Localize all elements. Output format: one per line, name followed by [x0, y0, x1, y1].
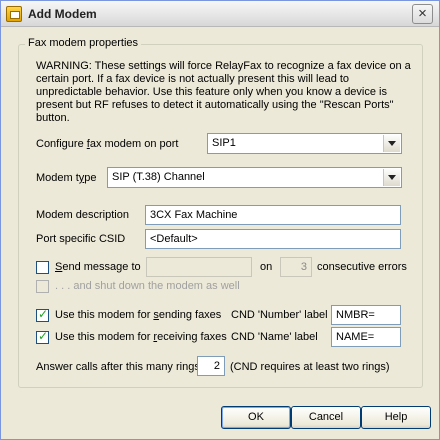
fax-modem-icon — [6, 6, 22, 22]
rings-label: Answer calls after this many rings — [36, 361, 200, 373]
port-select[interactable]: SIP1 — [207, 133, 402, 154]
modem-type-label: Modem type — [36, 172, 97, 184]
check-icon: ✓ — [38, 329, 49, 343]
check-icon: ✓ — [38, 307, 49, 321]
cnd-name-label: CND 'Name' label — [231, 331, 318, 343]
sending-faxes-label: Use this modem for sending faxes — [55, 309, 222, 321]
receiving-faxes-label: Use this modem for receiving faxes — [55, 331, 227, 343]
help-button[interactable]: Help — [361, 406, 431, 429]
title-bar[interactable]: Add Modem × — [1, 1, 439, 27]
warning-text: WARNING: These settings will force Relay… — [36, 60, 411, 124]
chevron-down-icon[interactable] — [383, 169, 400, 186]
ok-button[interactable]: OK — [221, 406, 291, 429]
cnd-number-input[interactable]: NMBR= — [331, 305, 401, 325]
cnd-number-label: CND 'Number' label — [231, 309, 328, 321]
error-count-input[interactable]: 3 — [280, 257, 312, 277]
csid-input[interactable]: <Default> — [145, 229, 401, 249]
add-modem-dialog: Add Modem × Fax modem properties WARNING… — [0, 0, 440, 440]
description-label: Modem description — [36, 209, 129, 221]
on-label: on — [260, 261, 273, 273]
description-input[interactable]: 3CX Fax Machine — [145, 205, 401, 225]
csid-label: Port specific CSID — [36, 233, 126, 245]
receiving-faxes-checkbox[interactable]: ✓ — [36, 329, 49, 344]
port-value: SIP1 — [212, 137, 236, 149]
sending-faxes-checkbox[interactable]: ✓ — [36, 307, 49, 322]
send-message-recipient-input[interactable] — [146, 257, 252, 277]
close-icon: × — [418, 5, 427, 22]
cnd-name-input[interactable]: NAME= — [331, 327, 401, 347]
modem-type-value: SIP (T.38) Channel — [112, 171, 205, 183]
group-label: Fax modem properties — [25, 37, 142, 49]
send-message-checkbox[interactable] — [36, 261, 49, 274]
chevron-down-icon[interactable] — [383, 135, 400, 152]
rings-input[interactable]: 2 — [197, 356, 225, 376]
rings-note: (CND requires at least two rings) — [230, 361, 390, 373]
consecutive-errors-label: consecutive errors — [317, 261, 407, 273]
shutdown-checkbox[interactable] — [36, 280, 49, 293]
cancel-button[interactable]: Cancel — [291, 406, 361, 429]
port-label: Configure fax modem on port — [36, 138, 179, 150]
close-button[interactable]: × — [412, 4, 433, 24]
shutdown-label: . . . and shut down the modem as well — [55, 280, 240, 292]
send-message-label: Send message to — [55, 261, 141, 273]
dialog-title: Add Modem — [28, 7, 97, 21]
modem-type-select[interactable]: SIP (T.38) Channel — [107, 167, 402, 188]
